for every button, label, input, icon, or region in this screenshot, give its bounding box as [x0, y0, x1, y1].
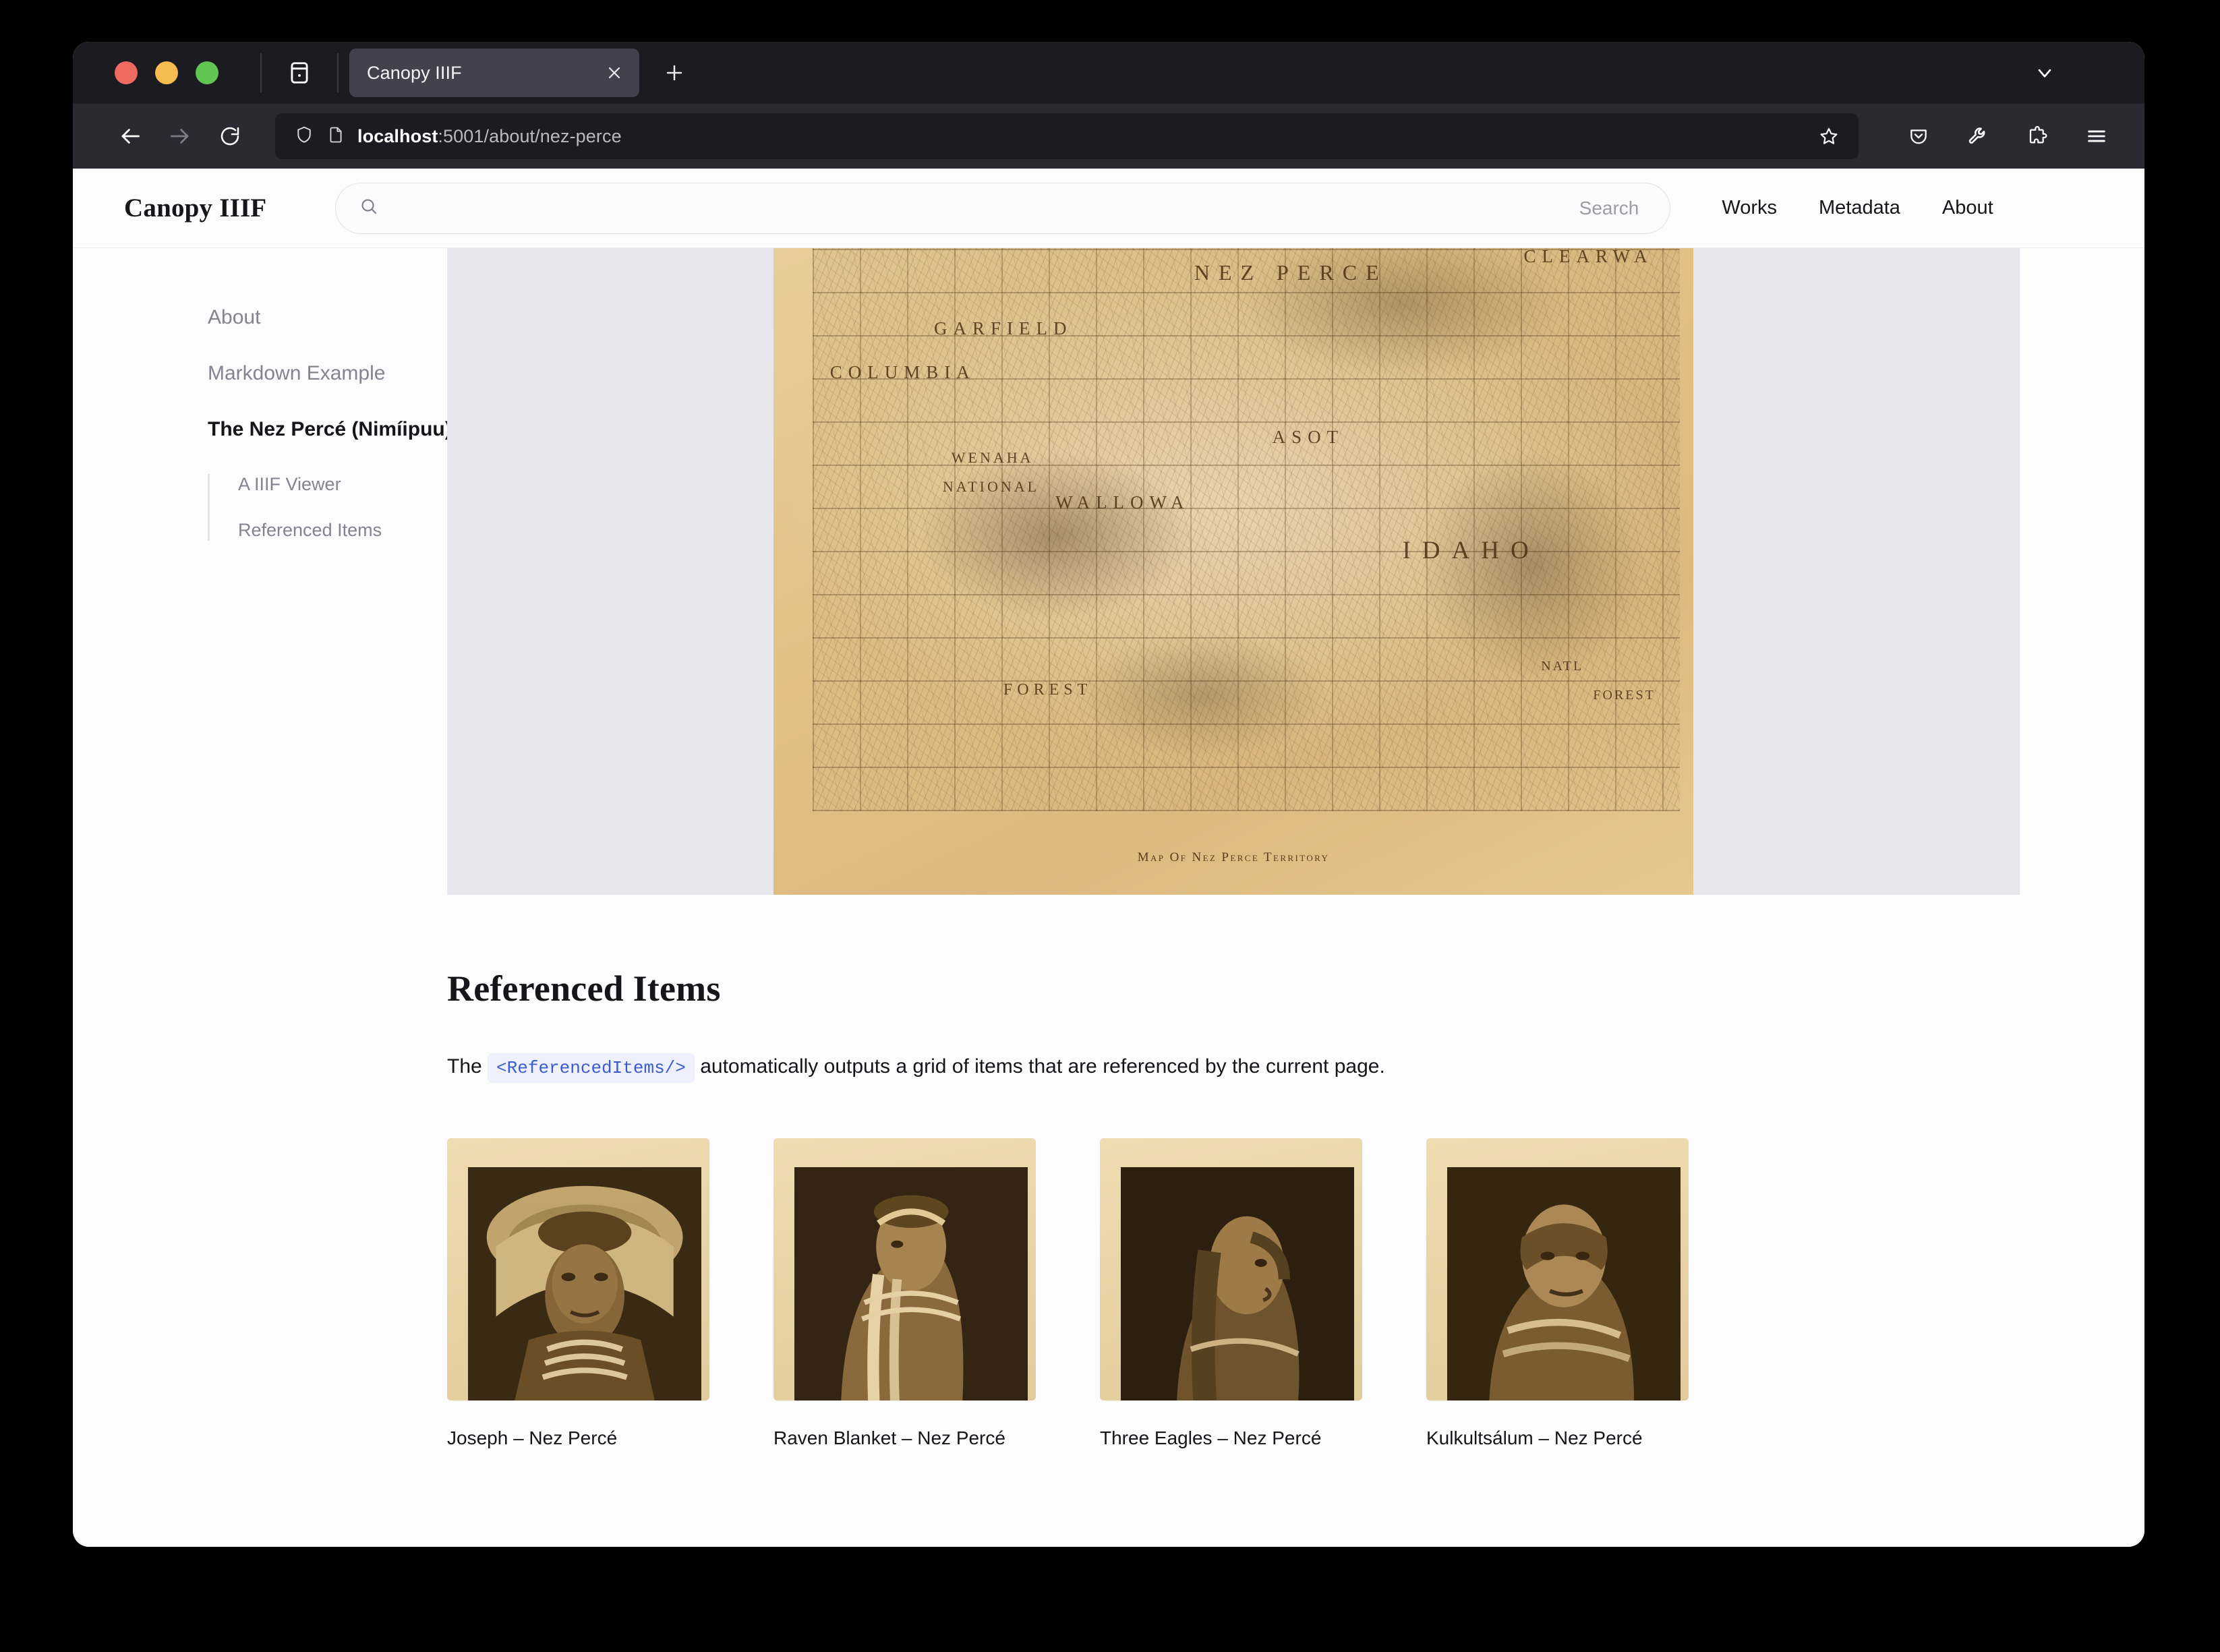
url-host: localhost — [357, 126, 438, 146]
sidebar-item-referenced-items[interactable]: Referenced Items — [238, 520, 447, 541]
address-bar[interactable]: localhost:5001/about/nez-perce — [275, 113, 1859, 159]
photo-inner — [468, 1167, 701, 1400]
site-logo[interactable]: Canopy IIIF — [124, 193, 266, 223]
browser-tab[interactable]: Canopy IIIF — [349, 49, 639, 97]
portrait-kulkultsalum — [1447, 1167, 1681, 1400]
sidebar-subnav: A IIIF Viewer Referenced Items — [208, 474, 447, 541]
map-label-forest: FOREST — [1003, 681, 1092, 699]
sidebar-item-a-iiif-viewer[interactable]: A IIIF Viewer — [238, 474, 447, 495]
item-caption: Raven Blanket – Nez Percé — [773, 1425, 1036, 1452]
item-caption: Kulkultsálum – Nez Percé — [1426, 1425, 1689, 1452]
close-window-button[interactable] — [115, 61, 138, 84]
sidebar-item-nez-perce[interactable]: The Nez Percé (Nimíipuu) — [208, 418, 447, 441]
map-label-wallowa: WALLOWA — [1055, 492, 1190, 513]
list-item[interactable]: Joseph – Nez Percé — [447, 1138, 709, 1452]
map-label-clearwater: CLEARWA — [1524, 248, 1654, 267]
sidebar-item-markdown-example[interactable]: Markdown Example — [208, 362, 447, 385]
section-description: The <ReferencedItems/> automatically out… — [447, 1051, 2144, 1082]
portrait-raven-blanket — [794, 1167, 1028, 1400]
map-label-asotin: ASOT — [1273, 427, 1345, 448]
close-icon[interactable] — [599, 57, 630, 88]
para-text-after: automatically outputs a grid of items th… — [695, 1055, 1385, 1078]
wrench-icon[interactable] — [1953, 111, 2003, 161]
tab-strip: Canopy IIIF — [73, 42, 2144, 104]
nav-item-about[interactable]: About — [1942, 197, 1993, 219]
window-controls — [73, 61, 218, 84]
page-body: About Markdown Example The Nez Percé (Ni… — [73, 248, 2144, 1547]
divider — [337, 53, 339, 92]
star-icon[interactable] — [1809, 116, 1849, 156]
arrow-right-icon — [155, 111, 205, 161]
page-sidebar: About Markdown Example The Nez Percé (Ni… — [73, 248, 447, 1547]
item-thumbnail[interactable] — [1100, 1138, 1362, 1400]
para-text-before: The — [447, 1055, 488, 1078]
map-label-wenaha: WENAHA — [952, 449, 1034, 467]
map-label-garfield: GARFIELD — [934, 318, 1073, 339]
list-item[interactable]: Three Eagles – Nez Percé — [1100, 1138, 1362, 1452]
search-icon — [359, 196, 379, 220]
portrait-joseph — [468, 1167, 701, 1400]
reload-icon[interactable] — [205, 111, 255, 161]
divider — [260, 53, 262, 92]
map-label-forest-2: FOREST — [1593, 688, 1655, 703]
map-caption: Map of Nez Perce Territory — [773, 850, 1693, 865]
items-grid: Joseph – Nez Percé — [447, 1138, 2144, 1452]
chevron-down-icon[interactable] — [2026, 54, 2064, 92]
main-navigation: Works Metadata About — [1722, 197, 1993, 219]
item-thumbnail[interactable] — [773, 1138, 1036, 1400]
maximize-window-button[interactable] — [196, 61, 218, 84]
sidebar-icon[interactable] — [274, 47, 325, 98]
page-content: NEZ PERCE GARFIELD CLEARWA COLUMBIA WALL… — [447, 248, 2144, 1547]
browser-window: Canopy IIIF — [73, 42, 2144, 1547]
item-caption: Three Eagles – Nez Percé — [1100, 1425, 1362, 1452]
pocket-icon[interactable] — [1894, 111, 1944, 161]
arrow-left-icon[interactable] — [105, 111, 155, 161]
plus-icon[interactable] — [654, 53, 695, 93]
list-item[interactable]: Raven Blanket – Nez Percé — [773, 1138, 1036, 1452]
portrait-three-eagles — [1121, 1167, 1354, 1400]
shield-icon[interactable] — [294, 125, 314, 148]
map-image[interactable]: NEZ PERCE GARFIELD CLEARWA COLUMBIA WALL… — [773, 248, 1693, 895]
map-label-natl: NATL — [1541, 659, 1583, 674]
map-label-national: NATIONAL — [943, 478, 1039, 496]
search-input[interactable]: Search — [335, 183, 1670, 234]
search-button[interactable]: Search — [1579, 198, 1647, 219]
item-thumbnail[interactable] — [447, 1138, 709, 1400]
map-label-nez-perce: NEZ PERCE — [1194, 260, 1388, 285]
photo-inner — [1121, 1167, 1354, 1400]
item-thumbnail[interactable] — [1426, 1138, 1689, 1400]
item-caption: Joseph – Nez Percé — [447, 1425, 709, 1452]
section-title: Referenced Items — [447, 968, 2144, 1009]
sidebar-item-about[interactable]: About — [208, 306, 447, 329]
extensions-icon[interactable] — [2012, 111, 2062, 161]
tab-title: Canopy IIIF — [367, 63, 592, 84]
url-path: :5001/about/nez-perce — [438, 126, 621, 146]
inline-code-chip: <ReferencedItems/> — [488, 1053, 695, 1083]
photo-inner — [794, 1167, 1028, 1400]
list-item[interactable]: Kulkultsálum – Nez Percé — [1426, 1138, 1689, 1452]
page-viewport: Canopy IIIF Search Works Metadata About … — [73, 169, 2144, 1547]
referenced-items-section: Referenced Items The <ReferencedItems/> … — [447, 895, 2144, 1452]
photo-inner — [1447, 1167, 1681, 1400]
nav-item-works[interactable]: Works — [1722, 197, 1777, 219]
page-icon — [326, 125, 345, 148]
map-plate: NEZ PERCE GARFIELD CLEARWA COLUMBIA WALL… — [813, 248, 1680, 811]
site-header: Canopy IIIF Search Works Metadata About — [73, 169, 2144, 248]
toolbar-actions — [1894, 111, 2122, 161]
minimize-window-button[interactable] — [155, 61, 178, 84]
nav-item-metadata[interactable]: Metadata — [1819, 197, 1900, 219]
iiif-viewer[interactable]: NEZ PERCE GARFIELD CLEARWA COLUMBIA WALL… — [447, 248, 2020, 895]
url-text: localhost:5001/about/nez-perce — [357, 126, 1797, 147]
navigation-toolbar: localhost:5001/about/nez-perce — [73, 104, 2144, 169]
map-label-columbia: COLUMBIA — [830, 362, 976, 383]
map-label-idaho: IDAHO — [1402, 536, 1540, 565]
menu-icon[interactable] — [2072, 111, 2122, 161]
